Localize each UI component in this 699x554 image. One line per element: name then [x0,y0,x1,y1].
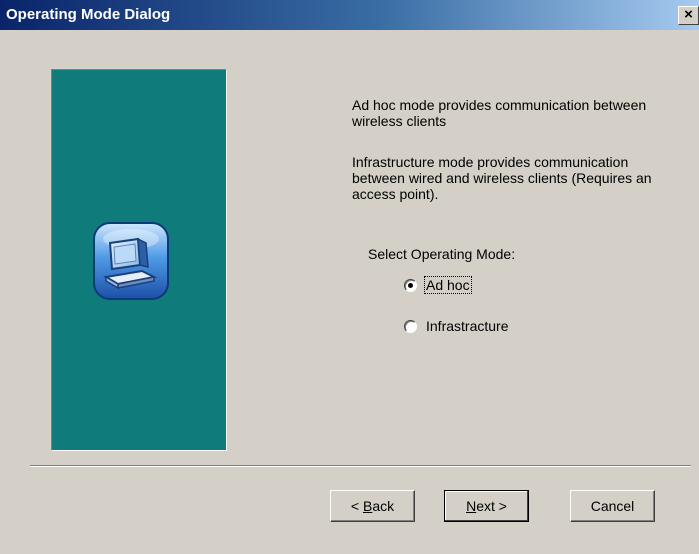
operating-mode-dialog: Operating Mode Dialog × Ad hoc mode prov… [0,0,699,554]
back-button-prefix: < [350,498,363,514]
cancel-button[interactable]: Cancel [570,490,655,522]
select-operating-mode-label: Select Operating Mode: [368,246,516,262]
next-button-mnemonic: N [466,498,477,514]
window-title: Operating Mode Dialog [6,6,171,23]
next-button[interactable]: Next > [444,490,529,522]
back-button-mnemonic: B [362,498,373,514]
radio-option-adhoc[interactable]: Ad hoc [404,275,472,295]
title-bar: Operating Mode Dialog × [0,0,699,30]
separator [30,465,691,467]
radio-button-infrastructure[interactable] [404,319,417,333]
back-button[interactable]: < Back [330,490,415,522]
back-button-rest: ack [372,498,395,514]
radio-label-infrastructure[interactable]: Infrastracture [425,318,509,334]
adhoc-description: Ad hoc mode provides communication betwe… [352,97,647,129]
close-button[interactable]: × [678,6,699,25]
radio-label-adhoc[interactable]: Ad hoc [424,276,472,294]
side-panel [51,69,227,451]
computer-icon [93,222,169,300]
radio-button-adhoc[interactable] [404,278,417,292]
next-button-rest: ext > [476,498,507,514]
radio-option-infrastructure[interactable]: Infrastracture [404,316,509,336]
next-button-label: Next > [466,498,507,514]
close-icon: × [684,6,693,23]
infrastructure-description: Infrastructure mode provides communicati… [352,154,652,202]
